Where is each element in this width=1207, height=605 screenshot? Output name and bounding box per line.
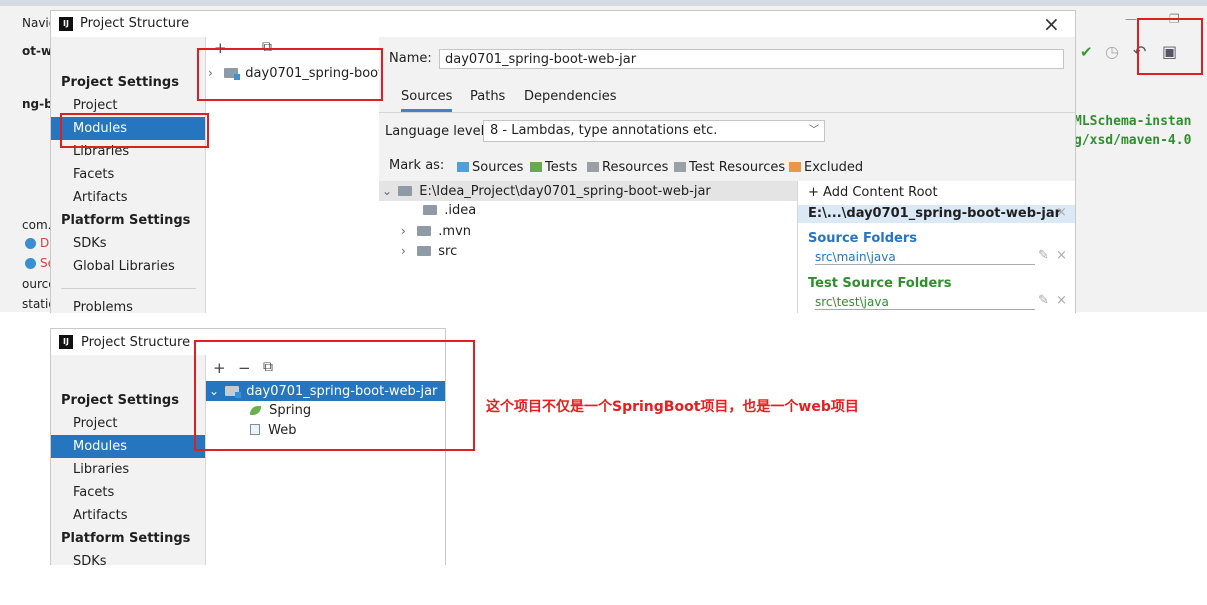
content-roots-panel: + Add Content Root E:\...\day0701_spring…: [797, 181, 1075, 313]
dialog-title: Project Structure: [81, 335, 191, 350]
bg-text-5: D: [40, 236, 50, 250]
highlight-box-facets: [194, 340, 475, 451]
test-folder-path: src\test\java: [815, 295, 1035, 310]
sidebar-item-problems[interactable]: Problems: [51, 296, 205, 313]
content-tree: ⌄ E:\Idea_Project\day0701_spring-boot-we…: [379, 181, 797, 313]
language-level-label: Language level:: [385, 124, 489, 139]
section-project-settings: Project Settings: [61, 75, 179, 90]
sidebar-item-artifacts[interactable]: Artifacts: [51, 504, 205, 527]
dialog-title: Project Structure: [80, 16, 190, 31]
add-content-root-button[interactable]: + Add Content Root: [808, 185, 938, 200]
content-root-row[interactable]: E:\...\day0701_spring-boot-web-jar ×: [798, 205, 1075, 223]
dialog-titlebar: IJ Project Structure ×: [51, 11, 1075, 37]
test-resources-folder-icon: [674, 162, 686, 172]
ide-top-strip: [0, 0, 1207, 6]
intellij-logo-icon: IJ: [59, 335, 73, 349]
remove-root-icon[interactable]: ×: [1056, 205, 1067, 220]
highlight-box-modules-nav: [60, 113, 209, 148]
highlight-box-module: [197, 48, 383, 101]
highlight-box-toolbar: [1137, 18, 1203, 75]
tests-folder-icon: [530, 162, 542, 172]
name-label: Name:: [389, 51, 432, 66]
sidebar-item-facets[interactable]: Facets: [51, 481, 205, 504]
tab-dependencies[interactable]: Dependencies: [524, 89, 617, 104]
sidebar-item-global-libraries[interactable]: Global Libraries: [51, 255, 205, 278]
tab-divider: [379, 112, 1075, 113]
annotation-text: 这个项目不仅是一个SpringBoot项目，也是一个web项目: [486, 399, 859, 415]
tree-row-root[interactable]: ⌄ E:\Idea_Project\day0701_spring-boot-we…: [379, 181, 797, 201]
excluded-folder-icon: [789, 162, 801, 172]
mark-as-label: Mark as:: [389, 158, 445, 173]
tab-paths[interactable]: Paths: [470, 89, 505, 104]
divider: [61, 288, 196, 289]
chevron-right-icon: ›: [401, 224, 406, 238]
folder-icon: [417, 226, 432, 236]
minimize-icon[interactable]: —: [1125, 12, 1137, 26]
class-icon: [25, 238, 36, 249]
remove-icon[interactable]: ×: [1056, 293, 1067, 308]
chevron-right-icon: ›: [401, 244, 406, 258]
sources-folder-icon: [457, 162, 469, 172]
settings-sidebar: Project Settings Project Modules Librari…: [51, 355, 206, 565]
sidebar-item-sdks[interactable]: SDKs: [51, 550, 205, 565]
mark-tests-button[interactable]: Tests: [530, 160, 577, 175]
history-icon[interactable]: ◷: [1105, 42, 1119, 61]
section-platform-settings: Platform Settings: [61, 213, 191, 228]
language-level-select[interactable]: 8 - Lambdas, type annotations etc. ﹀: [483, 120, 825, 142]
chevron-down-icon: ⌄: [382, 184, 393, 198]
sidebar-item-artifacts[interactable]: Artifacts: [51, 186, 205, 209]
source-folders-label: Source Folders: [808, 231, 918, 246]
xml-line-2: g/xsd/maven-4.0: [1074, 133, 1192, 148]
tab-sources[interactable]: Sources: [401, 89, 453, 112]
close-icon[interactable]: ×: [1043, 12, 1060, 36]
section-project-settings: Project Settings: [61, 393, 179, 408]
chevron-down-icon: ﹀: [809, 125, 819, 136]
folder-icon: [398, 186, 413, 196]
mark-excluded-button[interactable]: Excluded: [789, 160, 863, 175]
class-icon: [25, 258, 36, 269]
bg-text-4: com.: [22, 218, 52, 232]
resources-folder-icon: [587, 162, 599, 172]
mark-sources-button[interactable]: Sources: [457, 160, 523, 175]
module-details-pane: Name: day0701_spring-boot-web-jar Source…: [379, 37, 1075, 313]
module-name-input[interactable]: day0701_spring-boot-web-jar: [439, 49, 1064, 69]
folder-icon: [423, 205, 438, 215]
tree-row-mvn[interactable]: › .mvn: [401, 221, 471, 241]
sidebar-item-facets[interactable]: Facets: [51, 163, 205, 186]
sidebar-item-project[interactable]: Project: [51, 412, 205, 435]
intellij-logo-icon: IJ: [59, 17, 73, 31]
settings-sidebar: Project Settings Project Modules Librari…: [51, 37, 206, 313]
tree-row-src[interactable]: › src: [401, 241, 457, 261]
mark-resources-button[interactable]: Resources: [587, 160, 668, 175]
xml-line-1: MLSchema-instan: [1074, 114, 1192, 129]
sidebar-item-sdks[interactable]: SDKs: [51, 232, 205, 255]
bg-text-2: ot-w: [22, 44, 53, 58]
test-source-folders-label: Test Source Folders: [808, 276, 952, 291]
edit-pencil-icon[interactable]: ✎: [1038, 248, 1049, 263]
source-folder-path: src\main\java: [815, 250, 1035, 265]
tree-row-idea[interactable]: .idea: [407, 201, 476, 221]
remove-icon[interactable]: ×: [1056, 248, 1067, 263]
mark-test-resources-button[interactable]: Test Resources: [674, 160, 785, 175]
edit-pencil-icon[interactable]: ✎: [1038, 293, 1049, 308]
bg-text-3: ng-b: [22, 97, 53, 111]
folder-icon: [417, 246, 432, 256]
check-icon[interactable]: ✔: [1080, 43, 1093, 61]
sidebar-item-libraries[interactable]: Libraries: [51, 458, 205, 481]
sidebar-item-modules[interactable]: Modules: [51, 435, 205, 458]
section-platform-settings: Platform Settings: [61, 531, 191, 546]
